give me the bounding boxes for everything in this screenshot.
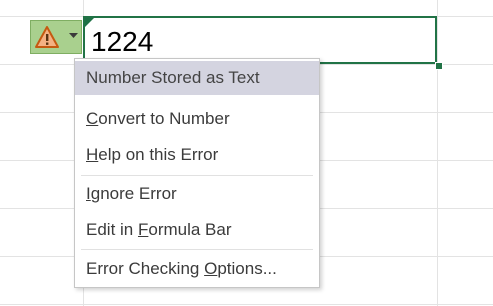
- error-options-menu: Number Stored as Text Convert to Number …: [74, 58, 320, 288]
- menu-item-label: gnore Error: [90, 184, 177, 203]
- menu-item-label: Error Checking: [86, 259, 205, 278]
- menu-header-number-stored-as-text: Number Stored as Text: [75, 61, 319, 95]
- menu-item-ignore-error[interactable]: Ignore Error: [75, 177, 319, 211]
- menu-item-edit-in-formula-bar[interactable]: Edit in Formula Bar: [75, 213, 319, 247]
- mnemonic-letter: F: [137, 220, 149, 239]
- error-checking-button[interactable]: [30, 20, 82, 54]
- menu-item-label: ormula Bar: [148, 220, 232, 239]
- mnemonic-letter: C: [86, 109, 99, 128]
- menu-item-help-on-error[interactable]: Help on this Error: [75, 138, 319, 172]
- cell-value: 1224: [91, 26, 154, 57]
- fill-handle[interactable]: [435, 62, 443, 70]
- menu-separator: [81, 249, 313, 250]
- menu-item-error-checking-options[interactable]: Error Checking Options...: [75, 252, 319, 286]
- mnemonic-letter: O: [204, 259, 218, 278]
- chevron-down-icon: [69, 33, 78, 38]
- menu-item-label: Edit in: [86, 220, 138, 239]
- menu-item-label: onvert to Number: [98, 109, 230, 128]
- warning-triangle-icon: [35, 26, 59, 48]
- menu-item-label: ptions...: [217, 259, 277, 278]
- menu-item-convert-to-number[interactable]: Convert to Number: [75, 102, 319, 136]
- menu-header-label: Number Stored as Text: [86, 68, 260, 87]
- menu-item-label: elp on this Error: [98, 145, 219, 164]
- row-gridline: [0, 304, 493, 305]
- menu-separator: [81, 175, 313, 176]
- mnemonic-letter: H: [86, 145, 99, 164]
- column-gridline: [437, 0, 438, 306]
